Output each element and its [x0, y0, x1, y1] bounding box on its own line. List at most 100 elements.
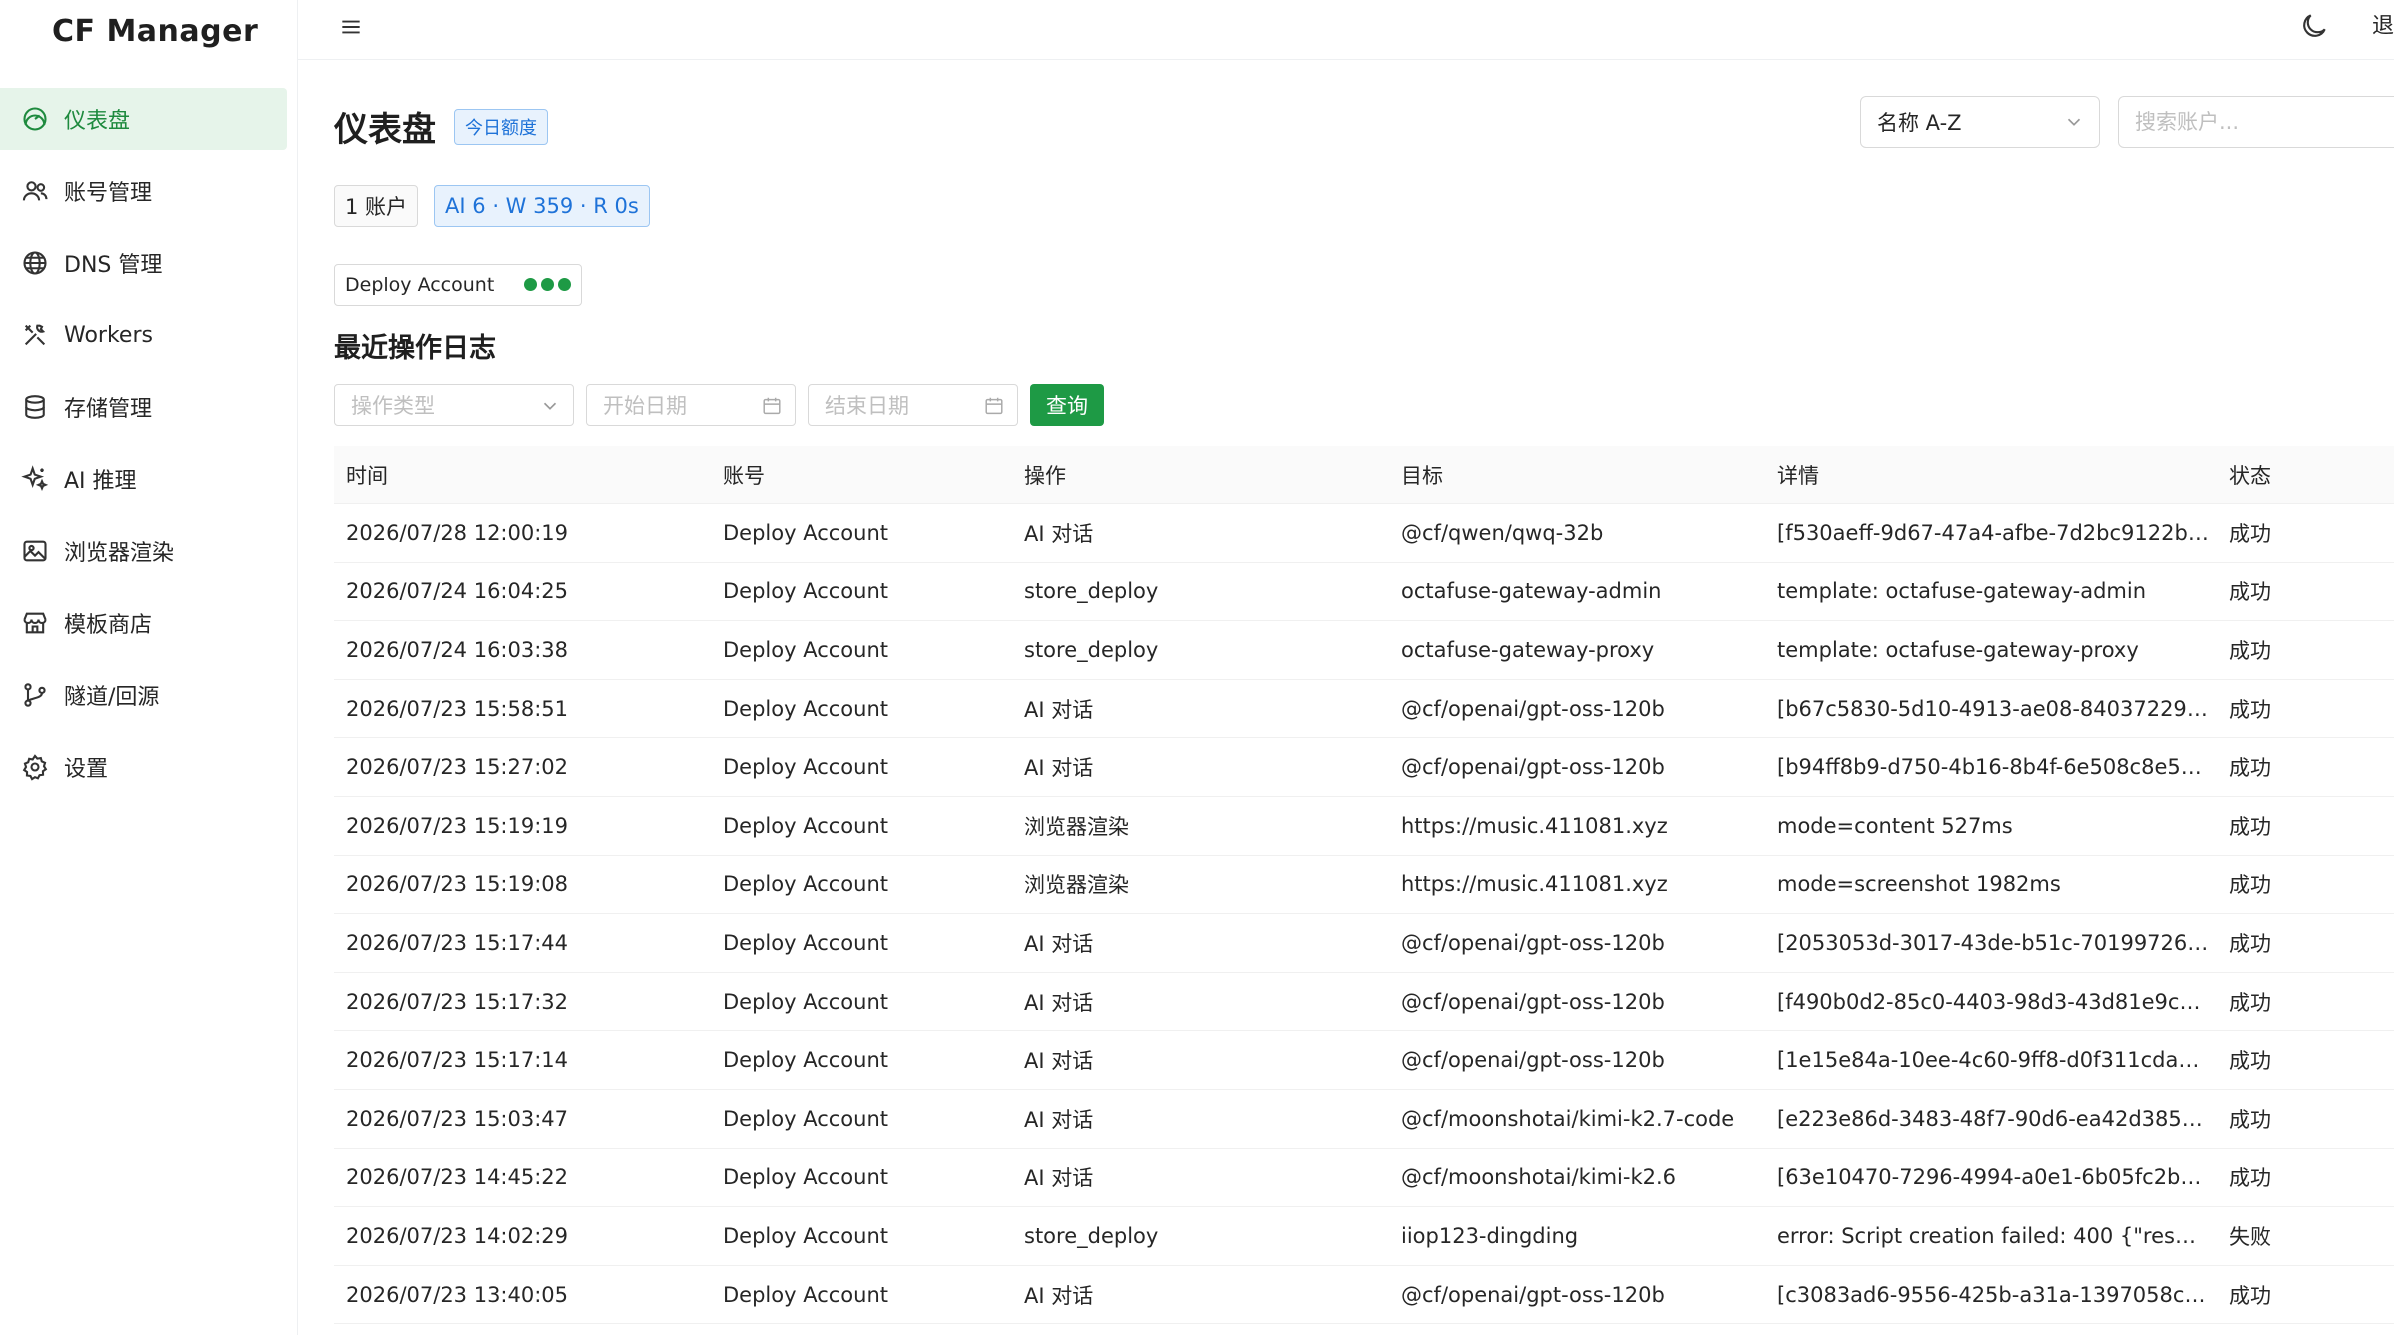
menu-toggle-icon[interactable]	[338, 14, 364, 40]
cell-account: Deploy Account	[723, 872, 888, 897]
sidebar-item-storage[interactable]: 存储管理	[0, 376, 287, 438]
cell-time: 2026/07/23 14:02:29	[346, 1223, 569, 1248]
column-header-account[interactable]: 账号	[711, 460, 1012, 490]
cell-status: 失败	[2229, 1224, 2271, 1249]
table-row[interactable]: 2026/07/23 15:27:02 Deploy Account AI 对话 @c…	[334, 738, 2394, 797]
sidebar-item-label: 仪表盘	[64, 109, 131, 134]
cell-details: [63e10470-7296-4994-a0e1-6b05fc2b49...	[1777, 1165, 2217, 1190]
sidebar-item-template-store[interactable]: 模板商店	[0, 592, 287, 654]
table-row[interactable]: 2026/07/23 15:17:32 Deploy Account AI 对话 @c…	[334, 973, 2394, 1032]
sort-select[interactable]: 名称 A-Z	[1860, 96, 2100, 148]
table-row[interactable]: 2026/07/28 12:00:19 Deploy Account AI 对话 @c…	[334, 504, 2394, 563]
table-row[interactable]: 2026/07/23 15:03:47 Deploy Account AI 对话 @c…	[334, 1090, 2394, 1149]
cell-account: Deploy Account	[723, 1165, 888, 1190]
sidebar-item-settings[interactable]: 设置	[0, 736, 287, 798]
table-row[interactable]: 2026/07/23 15:17:44 Deploy Account AI 对话 @c…	[334, 914, 2394, 973]
cell-account: Deploy Account	[723, 520, 888, 545]
table-row[interactable]: 2026/07/23 15:19:19 Deploy Account 浏览器渲染 ht…	[334, 797, 2394, 856]
table-row[interactable]: 2026/07/23 13:40:05 Deploy Account AI 对话 @c…	[334, 1266, 2394, 1325]
start-date-picker[interactable]: 开始日期	[586, 384, 796, 426]
table-row[interactable]: 2026/07/23 15:58:51 Deploy Account AI 对话 @c…	[334, 680, 2394, 739]
dark-mode-icon[interactable]	[2298, 10, 2330, 42]
cell-account: Deploy Account	[723, 813, 888, 838]
sidebar-item-accounts[interactable]: 账号管理	[0, 160, 287, 222]
cell-target: iiop123-dingding	[1401, 1223, 1579, 1248]
cell-time: 2026/07/23 15:19:08	[346, 872, 569, 897]
sidebar-item-label: 隧道/回源	[64, 685, 160, 710]
status-dot	[524, 278, 537, 291]
account-chip[interactable]: Deploy Account	[334, 264, 582, 306]
end-date-picker[interactable]: 结束日期	[808, 384, 1018, 426]
cell-time: 2026/07/23 15:58:51	[346, 696, 569, 721]
sidebar-item-workers[interactable]: Workers	[0, 304, 287, 366]
sidebar-item-label: 设置	[64, 757, 109, 782]
table-row[interactable]: 2026/07/23 15:17:14 Deploy Account AI 对话 @c…	[334, 1031, 2394, 1090]
column-header-status[interactable]: 状态	[2217, 460, 2394, 490]
cell-account: Deploy Account	[723, 755, 888, 780]
cell-time: 2026/07/28 12:00:19	[346, 520, 569, 545]
users-icon	[20, 176, 50, 206]
cell-operation: 浏览器渲染	[1024, 814, 1129, 839]
cell-status: 成功	[2229, 1283, 2271, 1308]
search-input[interactable]	[2118, 96, 2394, 148]
gear-icon	[20, 752, 50, 782]
cell-operation: store_deploy	[1024, 579, 1159, 604]
query-button[interactable]: 查询	[1030, 384, 1104, 426]
logout-button[interactable]: 退	[2372, 8, 2394, 40]
sidebar-item-browser-render[interactable]: 浏览器渲染	[0, 520, 287, 582]
column-header-time[interactable]: 时间	[334, 460, 711, 490]
cell-account: Deploy Account	[723, 989, 888, 1014]
sidebar-nav: 仪表盘 账号管理 DNS 管理 Workers 存储管理 AI 推理 浏览器渲染…	[0, 88, 298, 808]
branch-icon	[20, 680, 50, 710]
calendar-icon	[761, 395, 783, 417]
tools-icon	[20, 320, 50, 350]
cell-target: @cf/openai/gpt-oss-120b	[1401, 989, 1665, 1014]
table-row[interactable]: 2026/07/23 14:02:29 Deploy Account store_d…	[334, 1207, 2394, 1266]
table-body: 2026/07/28 12:00:19 Deploy Account AI 对话 @c…	[334, 504, 2394, 1325]
table-row[interactable]: 2026/07/24 16:04:25 Deploy Account store_d…	[334, 563, 2394, 622]
column-header-operation[interactable]: 操作	[1012, 460, 1389, 490]
sidebar: CF Manager 仪表盘 账号管理 DNS 管理 Workers 存储管理 …	[0, 0, 298, 1335]
logs-table: 时间 账号 操作 目标 详情 状态 2026/07/28 12:00:19 Dep…	[334, 446, 2394, 1325]
account-count-badge: 1 账户	[334, 185, 419, 227]
cell-time: 2026/07/23 15:17:14	[346, 1048, 569, 1073]
sidebar-item-ai[interactable]: AI 推理	[0, 448, 287, 510]
sidebar-item-tunnel[interactable]: 隧道/回源	[0, 664, 287, 726]
topbar: 退	[298, 0, 2394, 60]
end-date-placeholder: 结束日期	[825, 394, 909, 418]
cell-target: @cf/moonshotai/kimi-k2.7-code	[1401, 1106, 1735, 1131]
sidebar-item-label: DNS 管理	[64, 253, 163, 278]
cell-account: Deploy Account	[723, 1223, 888, 1248]
sidebar-item-dashboard[interactable]: 仪表盘	[0, 88, 287, 150]
cell-target: https://music.411081.xyz	[1401, 813, 1668, 838]
table-row[interactable]: 2026/07/24 16:03:38 Deploy Account store_d…	[334, 621, 2394, 680]
shop-icon	[20, 608, 50, 638]
cell-operation: AI 对话	[1024, 697, 1094, 722]
cell-target: @cf/moonshotai/kimi-k2.6	[1401, 1165, 1677, 1190]
column-header-details[interactable]: 详情	[1765, 460, 2217, 490]
table-row[interactable]: 2026/07/23 14:45:22 Deploy Account AI 对话 @c…	[334, 1149, 2394, 1208]
chevron-down-icon	[539, 395, 561, 417]
cell-account: Deploy Account	[723, 1106, 888, 1131]
status-dot	[541, 278, 554, 291]
cell-status: 成功	[2229, 697, 2271, 722]
operation-type-select[interactable]: 操作类型	[334, 384, 574, 426]
cell-time: 2026/07/24 16:03:38	[346, 637, 569, 662]
sidebar-item-label: AI 推理	[64, 469, 137, 494]
sidebar-item-dns[interactable]: DNS 管理	[0, 232, 287, 294]
cell-status: 成功	[2229, 931, 2271, 956]
cell-time: 2026/07/23 15:17:32	[346, 989, 569, 1014]
cell-details: [c3083ad6-9556-425b-a31a-1397058cb9...	[1777, 1282, 2217, 1307]
cell-account: Deploy Account	[723, 930, 888, 955]
table-row[interactable]: 2026/07/23 15:19:08 Deploy Account 浏览器渲染 ht…	[334, 856, 2394, 915]
cell-time: 2026/07/23 15:19:19	[346, 813, 569, 838]
cell-account: Deploy Account	[723, 1282, 888, 1307]
cell-target: @cf/qwen/qwq-32b	[1401, 520, 1604, 545]
cell-details: [b94ff8b9-d750-4b16-8b4f-6e508c8e59...	[1777, 755, 2215, 780]
cell-operation: AI 对话	[1024, 990, 1094, 1015]
column-header-target[interactable]: 目标	[1389, 460, 1765, 490]
cell-operation: store_deploy	[1024, 637, 1159, 662]
cell-target: octafuse-gateway-proxy	[1401, 637, 1655, 662]
cell-status: 成功	[2229, 521, 2271, 546]
quota-tag[interactable]: 今日额度	[454, 108, 548, 145]
